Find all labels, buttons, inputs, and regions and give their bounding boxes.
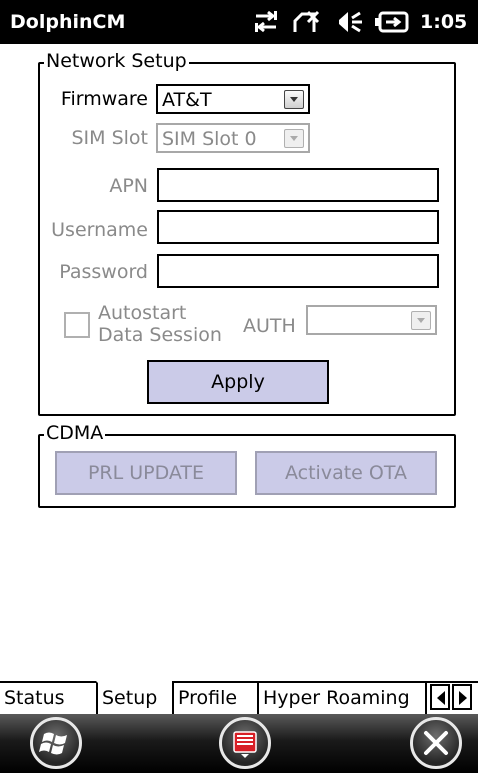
start-button[interactable] — [30, 717, 82, 769]
bottom-bar — [0, 714, 478, 773]
arrow-left-icon — [437, 691, 445, 705]
close-icon — [424, 731, 448, 755]
autostart-checkbox[interactable] — [64, 312, 90, 338]
password-label: Password — [59, 261, 148, 283]
tab-hyper-roaming[interactable]: Hyper Roaming — [257, 681, 427, 716]
keyboard-button[interactable] — [219, 717, 271, 769]
autostart-label-line2: Data Session — [98, 324, 222, 346]
apply-button[interactable]: Apply — [147, 360, 329, 404]
password-field[interactable] — [157, 254, 439, 288]
close-button[interactable] — [410, 717, 462, 769]
volume-icon[interactable] — [334, 8, 364, 36]
auth-select[interactable] — [306, 305, 437, 335]
chevron-down-icon[interactable] — [284, 90, 304, 109]
sim-slot-select[interactable]: SIM Slot 0 — [156, 123, 310, 153]
clock[interactable]: 1:05 — [420, 11, 467, 33]
signal-icon[interactable] — [292, 8, 322, 36]
data-connection-icon[interactable] — [252, 8, 280, 36]
arrow-right-icon — [459, 691, 467, 705]
app-title: DolphinCM — [10, 11, 126, 33]
autostart-label-line1: Autostart — [98, 302, 187, 324]
chevron-down-icon[interactable] — [284, 129, 304, 148]
tab-strip: Status Setup Profile Hyper Roaming — [0, 681, 478, 716]
tab-scroll-right-button[interactable] — [452, 684, 472, 710]
firmware-select[interactable]: AT&T — [156, 84, 310, 114]
tab-setup[interactable]: Setup — [96, 681, 174, 716]
cdma-legend: CDMA — [44, 422, 106, 444]
username-field[interactable] — [157, 210, 439, 244]
username-label: Username — [51, 219, 148, 241]
apn-label: APN — [109, 175, 148, 197]
prl-update-button[interactable]: PRL UPDATE — [55, 451, 237, 495]
activate-ota-button[interactable]: Activate OTA — [255, 451, 437, 495]
windows-start-icon — [39, 732, 67, 755]
tab-scroll-left-button[interactable] — [430, 684, 450, 710]
tab-profile[interactable]: Profile — [172, 681, 259, 716]
chevron-down-icon[interactable] — [411, 311, 431, 330]
auth-label: AUTH — [243, 315, 296, 337]
apn-field[interactable] — [157, 168, 439, 202]
tab-status[interactable]: Status — [0, 681, 98, 716]
keyboard-icon — [233, 731, 257, 758]
network-setup-legend: Network Setup — [44, 50, 189, 72]
battery-icon[interactable] — [374, 8, 410, 36]
sim-slot-value: SIM Slot 0 — [162, 128, 257, 150]
title-bar: DolphinCM 1:05 — [0, 0, 478, 44]
sim-slot-label: SIM Slot — [71, 127, 148, 149]
firmware-label: Firmware — [60, 88, 148, 110]
firmware-value: AT&T — [162, 89, 212, 111]
